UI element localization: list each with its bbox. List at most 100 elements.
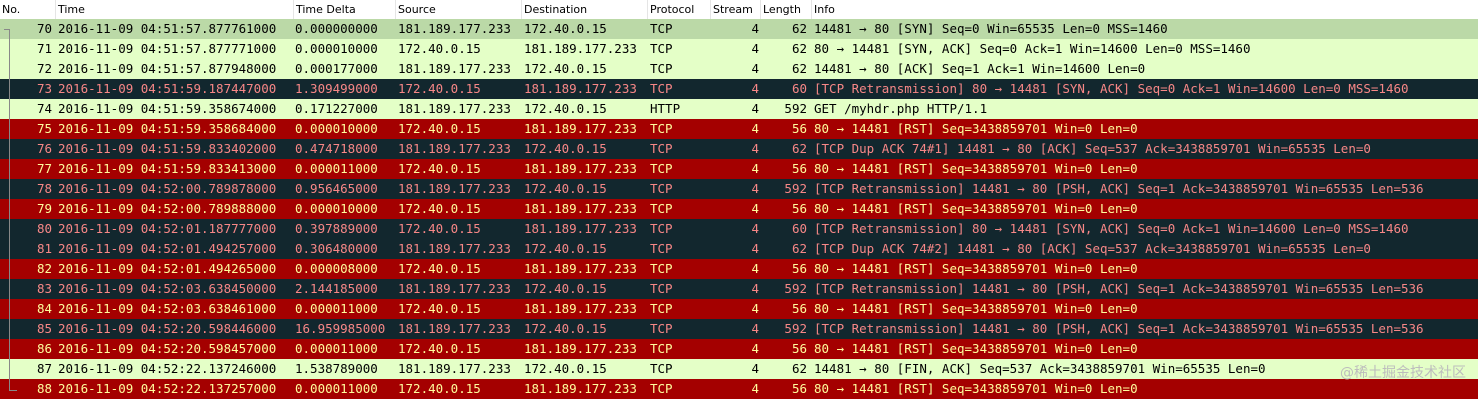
packet-number: 76 bbox=[36, 141, 52, 156]
packet-length: 56 bbox=[791, 381, 807, 396]
packet-time-delta: 0.397889000 bbox=[295, 221, 378, 236]
packet-destination: 172.40.0.15 bbox=[524, 241, 607, 256]
packet-info: GET /myhdr.php HTTP/1.1 bbox=[814, 101, 988, 116]
packet-time: 2016-11-09 04:52:20.598457000 bbox=[58, 341, 277, 356]
packet-number: 70 bbox=[36, 21, 52, 36]
packet-stream: 4 bbox=[751, 361, 759, 376]
packet-source: 181.189.177.233 bbox=[398, 241, 511, 256]
packet-row[interactable]: 86 2016-11-09 04:52:20.598457000 0.0000110… bbox=[0, 339, 1478, 359]
packet-row[interactable]: 79 2016-11-09 04:52:00.789888000 0.0000100… bbox=[0, 199, 1478, 219]
packet-time-delta: 0.474718000 bbox=[295, 141, 378, 156]
packet-destination: 172.40.0.15 bbox=[524, 321, 607, 336]
packet-protocol: TCP bbox=[650, 141, 673, 156]
packet-protocol: TCP bbox=[650, 161, 673, 176]
packet-number: 80 bbox=[36, 221, 52, 236]
packet-time: 2016-11-09 04:51:59.358684000 bbox=[58, 121, 277, 136]
packet-length: 592 bbox=[784, 321, 807, 336]
packet-time: 2016-11-09 04:51:57.877771000 bbox=[58, 41, 277, 56]
packet-time: 2016-11-09 04:52:00.789878000 bbox=[58, 181, 277, 196]
packet-length: 62 bbox=[791, 41, 807, 56]
packet-info: [TCP Dup ACK 74#1] 14481 → 80 [ACK] Seq=… bbox=[814, 141, 1371, 156]
packet-time-delta: 0.000011000 bbox=[295, 381, 378, 396]
packet-row[interactable]: 71 2016-11-09 04:51:57.877771000 0.0000100… bbox=[0, 39, 1478, 59]
packet-row[interactable]: 70 2016-11-09 04:51:57.877761000 0.0000000… bbox=[0, 19, 1478, 39]
packet-length: 62 bbox=[791, 141, 807, 156]
column-header-no[interactable]: No. bbox=[0, 0, 56, 19]
column-header-length[interactable]: Length bbox=[761, 0, 812, 19]
packet-protocol: TCP bbox=[650, 81, 673, 96]
column-header-source[interactable]: Source bbox=[396, 0, 522, 19]
packet-number: 75 bbox=[36, 121, 52, 136]
packet-number: 73 bbox=[36, 81, 52, 96]
packet-info: 80 → 14481 [RST] Seq=3438859701 Win=0 Le… bbox=[814, 201, 1138, 216]
packet-time-delta: 0.000010000 bbox=[295, 41, 378, 56]
packet-number: 86 bbox=[36, 341, 52, 356]
packet-row[interactable]: 84 2016-11-09 04:52:03.638461000 0.0000110… bbox=[0, 299, 1478, 319]
packet-row[interactable]: 78 2016-11-09 04:52:00.789878000 0.9564650… bbox=[0, 179, 1478, 199]
packet-destination: 181.189.177.233 bbox=[524, 221, 637, 236]
packet-source: 181.189.177.233 bbox=[398, 61, 511, 76]
packet-time-delta: 1.538789000 bbox=[295, 361, 378, 376]
packet-length: 56 bbox=[791, 301, 807, 316]
column-header-destination[interactable]: Destination bbox=[522, 0, 648, 19]
packet-row[interactable]: 88 2016-11-09 04:52:22.137257000 0.0000110… bbox=[0, 379, 1478, 399]
column-header-protocol[interactable]: Protocol bbox=[648, 0, 711, 19]
packet-destination: 181.189.177.233 bbox=[524, 341, 637, 356]
packet-length: 62 bbox=[791, 21, 807, 36]
packet-length: 56 bbox=[791, 121, 807, 136]
packet-protocol: TCP bbox=[650, 201, 673, 216]
column-header-time[interactable]: Time bbox=[56, 0, 294, 19]
packet-row[interactable]: 85 2016-11-09 04:52:20.598446000 16.959985… bbox=[0, 319, 1478, 339]
packet-number: 78 bbox=[36, 181, 52, 196]
packet-row[interactable]: 80 2016-11-09 04:52:01.187777000 0.3978890… bbox=[0, 219, 1478, 239]
packet-row[interactable]: 73 2016-11-09 04:51:59.187447000 1.3094990… bbox=[0, 79, 1478, 99]
packet-time-delta: 0.000177000 bbox=[295, 61, 378, 76]
packet-protocol: TCP bbox=[650, 321, 673, 336]
packet-destination: 172.40.0.15 bbox=[524, 361, 607, 376]
packet-source: 172.40.0.15 bbox=[398, 261, 481, 276]
packet-row[interactable]: 74 2016-11-09 04:51:59.358674000 0.1712270… bbox=[0, 99, 1478, 119]
packet-time: 2016-11-09 04:51:59.833413000 bbox=[58, 161, 277, 176]
packet-protocol: TCP bbox=[650, 361, 673, 376]
packet-destination: 172.40.0.15 bbox=[524, 101, 607, 116]
column-header-time-delta[interactable]: Time Delta bbox=[294, 0, 396, 19]
packet-row[interactable]: 82 2016-11-09 04:52:01.494265000 0.0000080… bbox=[0, 259, 1478, 279]
packet-stream: 4 bbox=[751, 121, 759, 136]
packet-destination: 181.189.177.233 bbox=[524, 201, 637, 216]
packet-list: 70 2016-11-09 04:51:57.877761000 0.0000000… bbox=[0, 19, 1478, 399]
packet-stream: 4 bbox=[751, 141, 759, 156]
packet-stream: 4 bbox=[751, 81, 759, 96]
packet-protocol: TCP bbox=[650, 61, 673, 76]
packet-number: 74 bbox=[36, 101, 52, 116]
packet-number: 85 bbox=[36, 321, 52, 336]
packet-destination: 172.40.0.15 bbox=[524, 141, 607, 156]
packet-stream: 4 bbox=[751, 281, 759, 296]
packet-time: 2016-11-09 04:52:00.789888000 bbox=[58, 201, 277, 216]
packet-source: 181.189.177.233 bbox=[398, 361, 511, 376]
packet-info: 80 → 14481 [RST] Seq=3438859701 Win=0 Le… bbox=[814, 381, 1138, 396]
packet-stream: 4 bbox=[751, 301, 759, 316]
packet-stream: 4 bbox=[751, 41, 759, 56]
packet-number: 87 bbox=[36, 361, 52, 376]
packet-time-delta: 0.000010000 bbox=[295, 121, 378, 136]
packet-time: 2016-11-09 04:51:59.358674000 bbox=[58, 101, 277, 116]
packet-row[interactable]: 87 2016-11-09 04:52:22.137246000 1.5387890… bbox=[0, 359, 1478, 379]
packet-time-delta: 0.956465000 bbox=[295, 181, 378, 196]
packet-protocol: TCP bbox=[650, 381, 673, 396]
packet-row[interactable]: 83 2016-11-09 04:52:03.638450000 2.1441850… bbox=[0, 279, 1478, 299]
packet-length: 60 bbox=[791, 81, 807, 96]
packet-row[interactable]: 75 2016-11-09 04:51:59.358684000 0.0000100… bbox=[0, 119, 1478, 139]
packet-destination: 181.189.177.233 bbox=[524, 41, 637, 56]
packet-time: 2016-11-09 04:52:01.187777000 bbox=[58, 221, 277, 236]
packet-row[interactable]: 77 2016-11-09 04:51:59.833413000 0.0000110… bbox=[0, 159, 1478, 179]
packet-row[interactable]: 76 2016-11-09 04:51:59.833402000 0.4747180… bbox=[0, 139, 1478, 159]
packet-time-delta: 0.171227000 bbox=[295, 101, 378, 116]
column-header-info[interactable]: Info bbox=[812, 0, 1478, 19]
packet-length: 56 bbox=[791, 261, 807, 276]
packet-stream: 4 bbox=[751, 341, 759, 356]
packet-row[interactable]: 72 2016-11-09 04:51:57.877948000 0.0001770… bbox=[0, 59, 1478, 79]
packet-stream: 4 bbox=[751, 221, 759, 236]
packet-source: 181.189.177.233 bbox=[398, 281, 511, 296]
column-header-stream[interactable]: Stream bbox=[711, 0, 761, 19]
packet-row[interactable]: 81 2016-11-09 04:52:01.494257000 0.3064800… bbox=[0, 239, 1478, 259]
